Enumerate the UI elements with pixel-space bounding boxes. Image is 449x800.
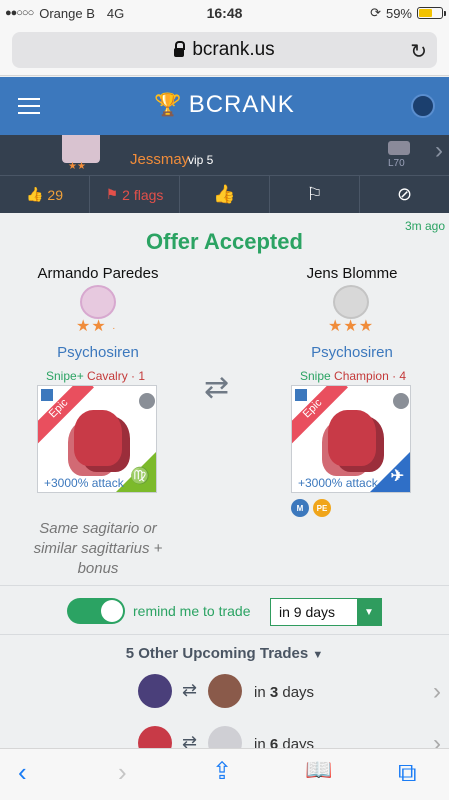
chip-pe: PE [313,499,331,517]
status-bar: ●●○○○ Orange B 4G 16:48 ⟳ 59% [0,0,449,26]
avatar[interactable] [80,285,116,319]
vip-badge: vip 5 [188,153,214,167]
hero-image [328,410,376,466]
remind-interval-value: in 9 days [279,604,336,620]
battery-percent: 59% [385,5,412,21]
thumbs-up-icon: 👍 [25,186,44,202]
hero-image [208,674,242,708]
hero-level: L70 [388,158,405,169]
trophy-icon: 🏆 [154,92,183,117]
remind-label: remind me to trade [133,603,251,619]
hero-image [138,674,172,708]
tabs-button[interactable]: ⧉ [398,757,417,789]
likes-count-button[interactable]: 👍 29 [0,176,90,213]
hero-image [74,410,122,466]
browser-toolbar: ‹ › ⇪ 📖 ⧉ [0,748,449,800]
globe-icon[interactable] [411,94,435,118]
likes-count: 29 [47,186,63,203]
star-rating: ★★ [68,161,86,172]
lock-icon [174,40,186,57]
star-rating: ★★ · [76,318,117,335]
caret-down-icon: ▼ [312,649,324,661]
virgo-icon: ♍ [130,468,150,485]
reload-icon[interactable]: ↻ [410,39,427,64]
hero-chips: M PE [291,499,331,517]
chevron-right-icon[interactable]: › [435,137,443,165]
flag-icon: ⚐ [306,184,323,204]
like-button[interactable]: 👍 [180,176,270,213]
offer-card: 3m ago Offer Accepted Armando Paredes ★★… [0,213,449,585]
offer-status-title: Offer Accepted [146,229,303,254]
avatar[interactable] [333,285,369,319]
offer-summary-bar: ★★ Jessmay vip 5 L70 › 👍 29 ⚑ 2 flags 👍 ⚐ … [0,135,449,213]
bookmarks-button[interactable]: 📖 [305,757,332,783]
swap-icon: ⇄ [182,680,198,700]
site-logo[interactable]: 🏆 BCRANK [0,91,449,119]
left-hero-name[interactable]: Psychosiren [18,344,178,361]
back-button[interactable]: ‹ [18,757,27,788]
chevron-right-icon: › [433,678,441,705]
battery-icon [417,7,446,19]
right-hero-tags: Snipe Champion · 4 [300,369,407,383]
stone-icon [393,393,409,409]
remind-toggle[interactable] [67,598,125,624]
attack-bonus: +3000% attack [44,476,124,490]
flags-count-button[interactable]: ⚑ 2 flags [90,176,180,213]
remind-bar: remind me to trade in 9 days ▼ [0,585,449,635]
right-hero-name[interactable]: Psychosiren [272,344,432,361]
upcoming-trades-header[interactable]: 5 Other Upcoming Trades ▼ [0,645,449,662]
chevron-down-icon: ▼ [357,599,381,625]
avatar[interactable] [62,135,100,163]
share-button[interactable]: ⇪ [212,757,232,786]
forward-button[interactable]: › [118,757,127,788]
right-user-name[interactable]: Jens Blomme [262,265,442,282]
stone-icon [139,393,155,409]
flags-count: 2 flags [122,186,164,203]
plane-icon: ✈ [390,468,404,485]
offer-user-name[interactable]: Jessmay [130,151,189,168]
flag-button[interactable]: ⚐ [270,176,360,213]
offer-actions: 👍 29 ⚑ 2 flags 👍 ⚐ ⊘ [0,175,449,213]
browser-url-area: bcrank.us ↻ [0,26,449,76]
offer-comment: Same sagitario or similar sagittarius + … [33,520,163,577]
block-button[interactable]: ⊘ [360,176,449,213]
site-header: 🏆 BCRANK [0,77,449,135]
book-icon [40,388,54,402]
url-bar[interactable]: bcrank.us ↻ [12,32,437,68]
list-item[interactable]: ⇄ in 3 days › [0,674,449,714]
url-text: bcrank.us [192,39,275,60]
rotation-lock-icon: ⟳ [370,5,381,20]
thumbs-up-icon: 👍 [213,184,236,204]
brand-name: BCRANK [188,91,295,118]
chip-m: M [291,499,309,517]
remind-interval-select[interactable]: in 9 days ▼ [270,598,382,626]
left-user-name[interactable]: Armando Paredes [8,265,188,282]
swap-icon: ⇄ [204,371,230,404]
left-hero-tags: Snipe+ Cavalry · 1 [46,369,146,383]
block-icon: ⊘ [396,184,413,204]
upcoming-trades-title: 5 Other Upcoming Trades [125,645,309,662]
trade-when: in 3 days [254,684,315,701]
star-rating: ★★★ [328,318,375,335]
hero-icon [388,141,410,155]
flag-icon: ⚑ [105,186,119,202]
attack-bonus: +3000% attack [298,476,378,490]
book-icon [294,388,308,402]
